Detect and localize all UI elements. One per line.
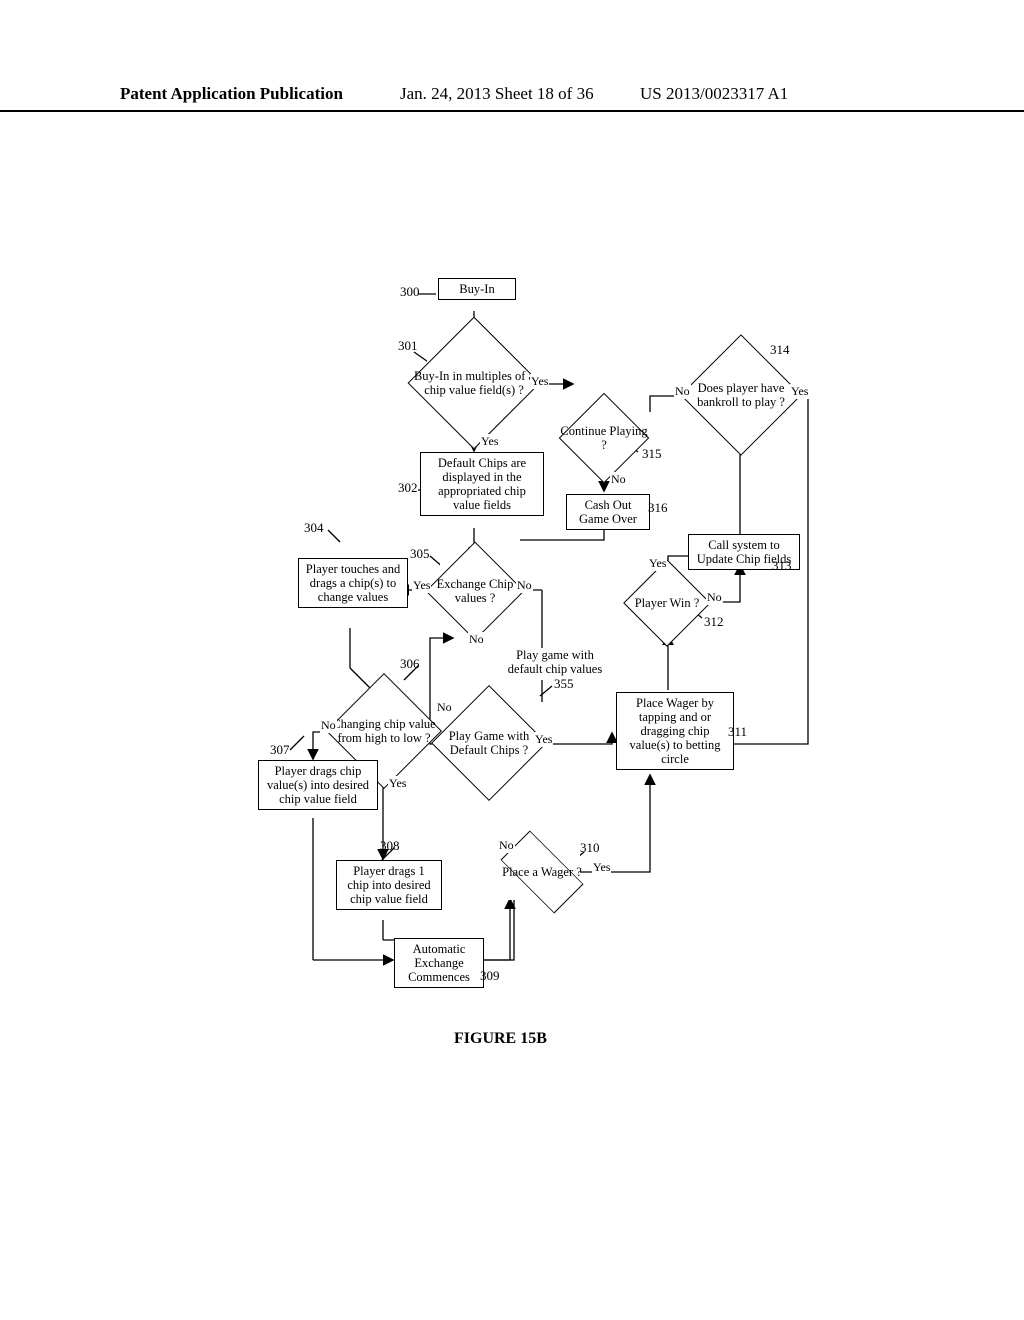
- ref-304: 304: [304, 520, 324, 536]
- edge-yes: Yes: [648, 556, 667, 571]
- node-text: Play Game with Default Chips ?: [432, 729, 547, 757]
- node-text: Player drags chip value(s) into desired …: [267, 764, 369, 806]
- node-text: Player Win ?: [624, 596, 711, 610]
- node-text: Player touches and drags a chip(s) to ch…: [306, 562, 400, 604]
- ref-315: 315: [642, 446, 662, 462]
- edge-yes: Yes: [412, 578, 431, 593]
- ref-310: 310: [580, 840, 600, 856]
- node-buy-in: Buy-In: [438, 278, 516, 300]
- edge-no: No: [468, 632, 485, 647]
- node-text: Automatic Exchange Commences: [408, 942, 470, 984]
- node-text: Buy-In in multiples of a chip value fiel…: [408, 369, 540, 397]
- node-text: Place Wager by tapping and or dragging c…: [630, 696, 721, 766]
- edge-no: No: [610, 472, 627, 487]
- node-has-bankroll: Does player have bankroll to play ?: [698, 352, 784, 438]
- node-text: Continue Playing ?: [559, 424, 649, 452]
- node-text: Default Chips are displayed in the appro…: [438, 456, 526, 512]
- node-default-chips: Default Chips are displayed in the appro…: [420, 452, 544, 516]
- node-player-touches: Player touches and drags a chip(s) to ch…: [298, 558, 408, 608]
- ref-300: 300: [400, 284, 420, 300]
- node-continue-playing: Continue Playing ?: [572, 406, 636, 470]
- flowchart-canvas: Buy-In 300 Buy-In in multiples of a chip…: [0, 0, 1024, 1320]
- edge-yes: Yes: [790, 384, 809, 399]
- ref-302: 302: [398, 480, 418, 496]
- node-text: Player drags 1 chip into desired chip va…: [347, 864, 430, 906]
- ref-307: 307: [270, 742, 290, 758]
- edge-no: No: [436, 700, 453, 715]
- ref-306: 306: [400, 656, 420, 672]
- edge-no: No: [498, 838, 515, 853]
- node-player-win: Player Win ?: [636, 572, 698, 634]
- edge-yes: Yes: [480, 434, 499, 449]
- patent-page: Patent Application Publication Jan. 24, …: [0, 0, 1024, 1320]
- node-text: Cash Out Game Over: [579, 498, 637, 526]
- node-player-drags-chip: Player drags chip value(s) into desired …: [258, 760, 378, 810]
- node-cash-out: Cash Out Game Over: [566, 494, 650, 530]
- node-text: Changing chip value from high to low ?: [327, 717, 442, 745]
- ref-313: 313: [772, 558, 792, 574]
- node-exchange-values: Exchange Chip values ?: [440, 556, 510, 626]
- node-place-wager-tap: Place Wager by tapping and or dragging c…: [616, 692, 734, 770]
- ref-355: 355: [554, 676, 574, 692]
- node-text: Does player have bankroll to play ?: [681, 381, 801, 409]
- ref-305: 305: [410, 546, 430, 562]
- ref-309: 309: [480, 968, 500, 984]
- node-play-default-chips: Play Game with Default Chips ?: [448, 702, 530, 784]
- edge-no: No: [516, 578, 533, 593]
- node-text: Buy-In: [459, 282, 494, 296]
- ref-312: 312: [704, 614, 724, 630]
- node-buyin-multiples: Buy-In in multiples of a chip value fiel…: [427, 336, 521, 430]
- edge-yes: Yes: [388, 776, 407, 791]
- node-player-drags-1-chip: Player drags 1 chip into desired chip va…: [336, 860, 442, 910]
- node-play-default-values: Play game with default chip values: [500, 648, 610, 676]
- node-text: Place a Wager ?: [489, 865, 595, 879]
- ref-311: 311: [728, 724, 747, 740]
- node-text: Play game with default chip values: [508, 648, 602, 676]
- node-text: Exchange Chip values ?: [426, 577, 524, 605]
- edge-no: No: [320, 718, 337, 733]
- edge-yes: Yes: [534, 732, 553, 747]
- figure-caption: FIGURE 15B: [454, 1030, 547, 1048]
- ref-316: 316: [648, 500, 668, 516]
- ref-308: 308: [380, 838, 400, 854]
- node-place-wager: Place a Wager ?: [504, 844, 580, 900]
- ref-301: 301: [398, 338, 418, 354]
- ref-314: 314: [770, 342, 790, 358]
- edge-yes: Yes: [530, 374, 549, 389]
- edge-yes: Yes: [592, 860, 611, 875]
- edge-no: No: [706, 590, 723, 605]
- edge-no: No: [674, 384, 691, 399]
- node-auto-exchange: Automatic Exchange Commences: [394, 938, 484, 988]
